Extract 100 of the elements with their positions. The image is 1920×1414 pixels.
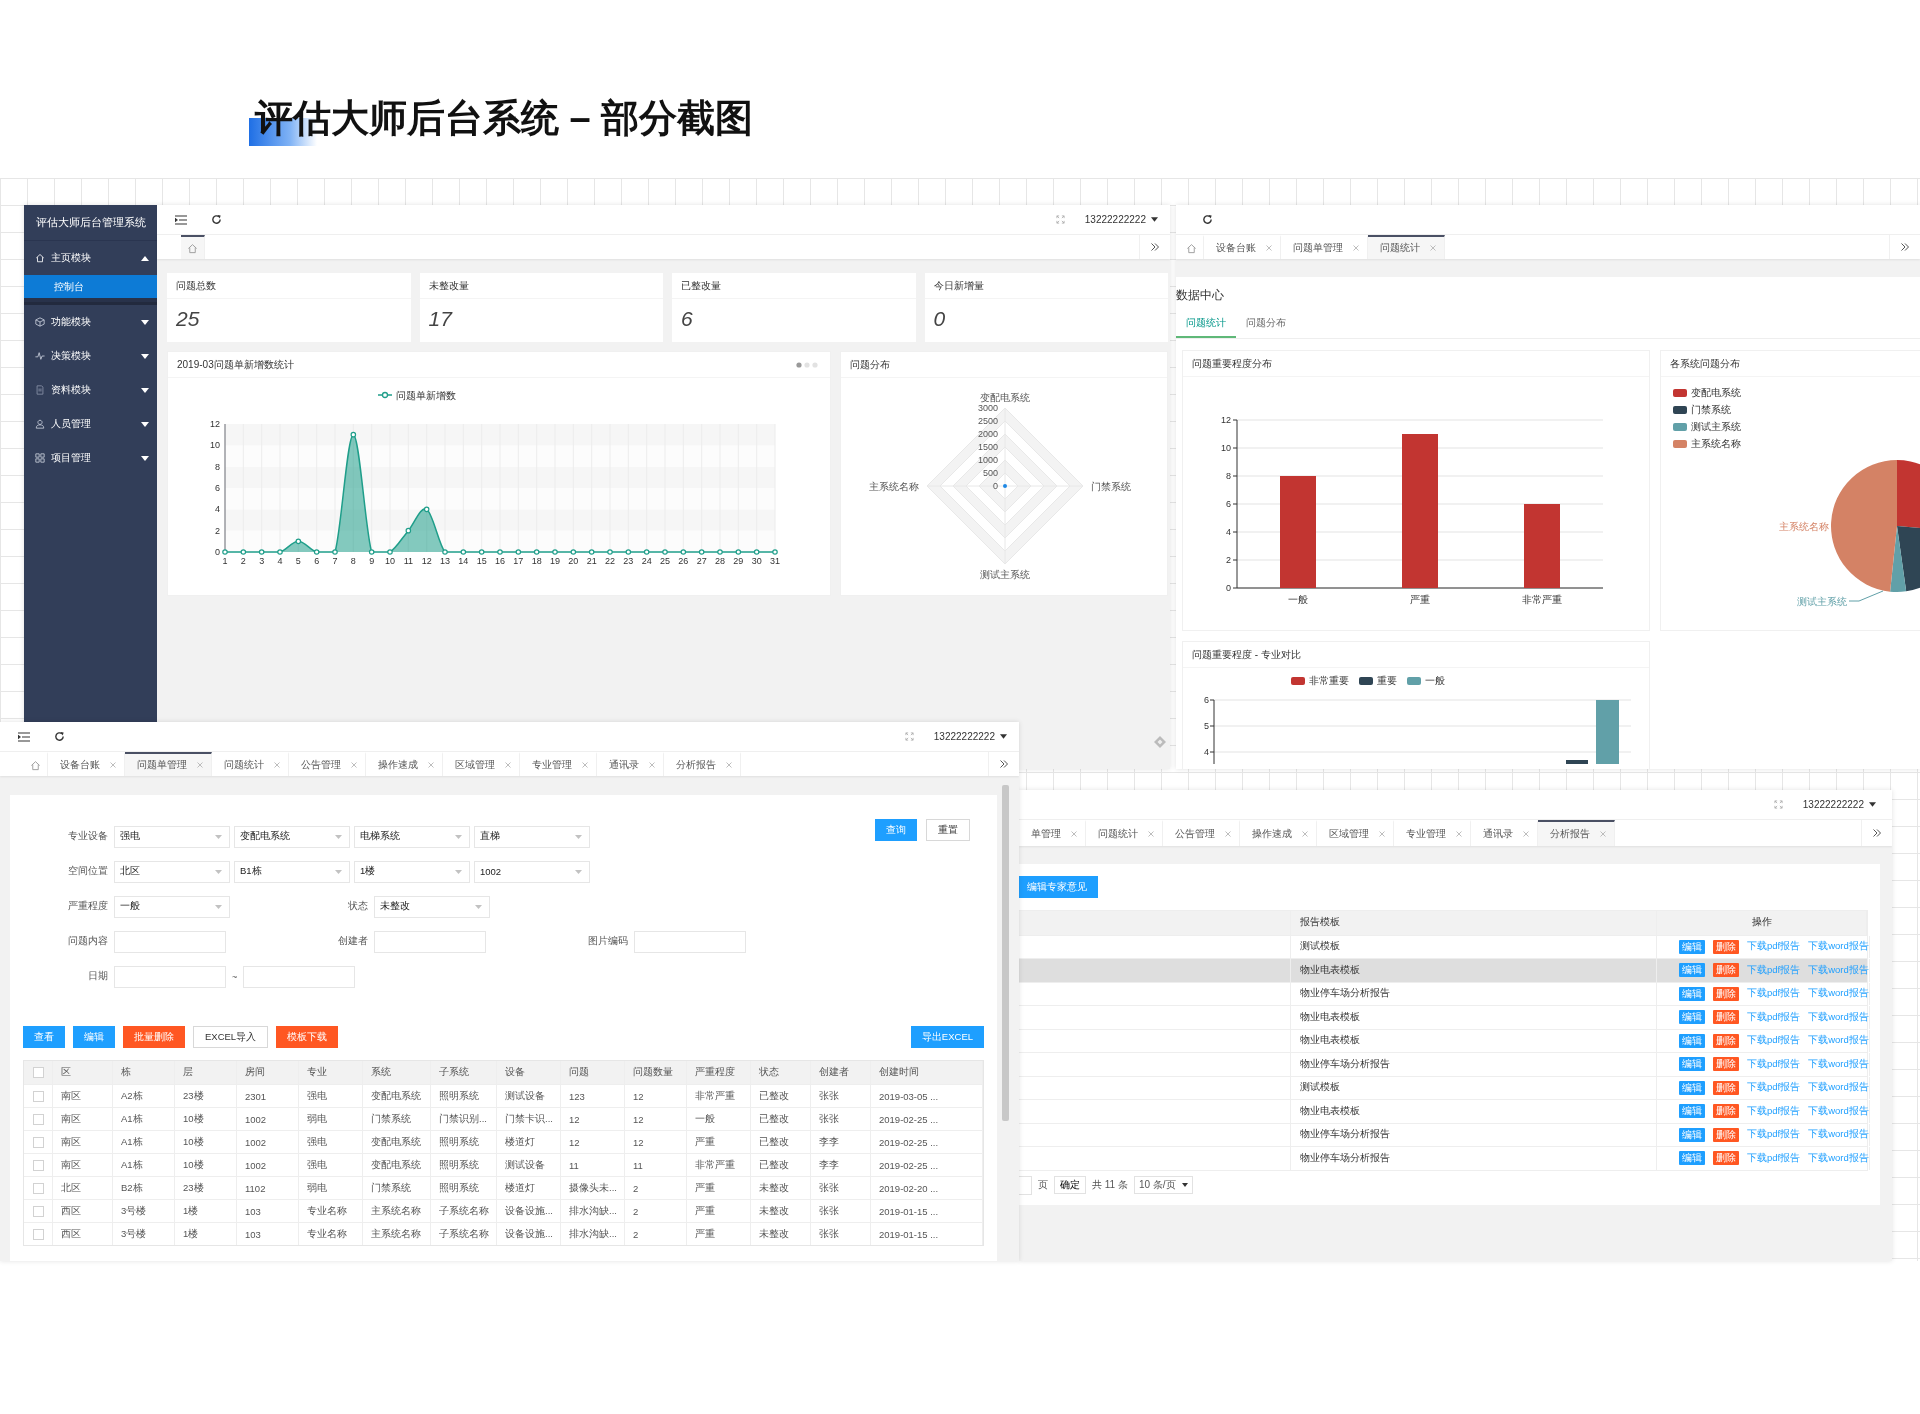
table-cell: 103 bbox=[237, 1200, 299, 1222]
table-cell: 物业电表模板 bbox=[1300, 963, 1360, 977]
y-tick-label: 4 bbox=[1226, 527, 1231, 537]
table-cell: A1栋 bbox=[113, 1131, 175, 1153]
table-cell: 10楼 bbox=[175, 1131, 237, 1153]
slice-label: 主系统名称 bbox=[1779, 521, 1829, 532]
table-cell: 严重 bbox=[687, 1223, 751, 1245]
menu-label: 资料模块 bbox=[51, 383, 92, 397]
legend-label: 变配电系统 bbox=[1691, 386, 1741, 400]
table-cell: 物业停车场分析报告 bbox=[1300, 1128, 1390, 1142]
table-cell: 专业名称 bbox=[299, 1223, 363, 1245]
axis-tick-label: 500 bbox=[982, 468, 998, 478]
table-cell: A1栋 bbox=[113, 1154, 175, 1176]
table-cell: 1102 bbox=[237, 1177, 299, 1199]
table-cell: 张张 bbox=[811, 1223, 871, 1245]
axis-label: 变配电系统 bbox=[980, 392, 1030, 403]
x-tick-label: 6 bbox=[314, 556, 320, 566]
table-cell: 张张 bbox=[811, 1177, 871, 1199]
x-tick-label: 非常严重 bbox=[1522, 594, 1562, 605]
stat-value: 0 bbox=[932, 306, 947, 331]
column-header: 层 bbox=[175, 1061, 237, 1084]
table-cell: 楼道灯 bbox=[497, 1177, 561, 1199]
stat-value: 25 bbox=[175, 306, 201, 331]
stat-label: 已整改量 bbox=[672, 273, 916, 299]
x-tick-label: 29 bbox=[733, 556, 744, 566]
table-cell: 12 bbox=[625, 1131, 687, 1153]
x-tick-label: 27 bbox=[696, 556, 707, 566]
table-cell: 门禁系统 bbox=[363, 1108, 431, 1130]
x-tick-label: 12 bbox=[421, 556, 432, 566]
x-tick-label: 1 bbox=[222, 556, 228, 566]
table-cell: 2019-03-05 ... bbox=[871, 1085, 983, 1107]
table-cell: 物业电表模板 bbox=[1300, 1104, 1360, 1118]
column-header: 专业 bbox=[299, 1061, 363, 1084]
column-header: 子系统 bbox=[431, 1061, 497, 1084]
x-tick-label: 21 bbox=[586, 556, 597, 566]
x-tick-label: 8 bbox=[350, 556, 356, 566]
table-cell: B2栋 bbox=[113, 1177, 175, 1199]
column-header: 问题 bbox=[561, 1061, 625, 1084]
x-tick-label: 17 bbox=[513, 556, 524, 566]
table-cell: 103 bbox=[237, 1223, 299, 1245]
y-tick-label: 12 bbox=[210, 419, 220, 429]
x-tick-label: 23 bbox=[623, 556, 634, 566]
stat-value: 17 bbox=[427, 306, 454, 331]
x-tick-label: 15 bbox=[476, 556, 487, 566]
table-cell: 排水沟缺... bbox=[561, 1200, 625, 1222]
field-label: 状态 bbox=[347, 900, 368, 913]
card-title: 各系统问题分布 bbox=[1661, 351, 1920, 377]
table-cell: 南区 bbox=[53, 1085, 113, 1107]
x-tick-label: 20 bbox=[568, 556, 579, 566]
table-cell: 2019-02-25 ... bbox=[871, 1108, 983, 1130]
slice-label: 测试主系统 bbox=[1797, 596, 1847, 607]
column-header: 状态 bbox=[751, 1061, 811, 1084]
card-title: 问题分布 bbox=[841, 352, 1167, 378]
table-cell: 12 bbox=[625, 1108, 687, 1130]
table-cell: 测试设备 bbox=[497, 1154, 561, 1176]
y-tick-label: 2 bbox=[1226, 555, 1231, 565]
table-cell: 门禁识别... bbox=[431, 1108, 497, 1130]
table-cell: 专业名称 bbox=[299, 1200, 363, 1222]
legend-label: 重要 bbox=[1377, 674, 1397, 688]
x-tick-label: 31 bbox=[770, 556, 780, 566]
table-cell: 已整改 bbox=[751, 1108, 811, 1130]
table-cell: 严重 bbox=[687, 1177, 751, 1199]
legend-label: 测试主系统 bbox=[1691, 420, 1741, 434]
menu-label: 主页模块 bbox=[51, 251, 92, 265]
table-cell: 123 bbox=[561, 1085, 625, 1107]
x-tick-label: 一般 bbox=[1288, 594, 1308, 605]
axis-tick-label: 2500 bbox=[977, 416, 998, 426]
table-cell: 严重 bbox=[687, 1131, 751, 1153]
x-tick-label: 3 bbox=[259, 556, 265, 566]
table-cell: 照明系统 bbox=[431, 1154, 497, 1176]
page-label: 页 bbox=[1038, 1178, 1048, 1192]
table-cell: A2栋 bbox=[113, 1085, 175, 1107]
column-header: 操作 bbox=[1657, 911, 1867, 935]
axis-tick-label: 0 bbox=[993, 481, 998, 491]
card-title: 2019-03问题单新增数统计 bbox=[177, 358, 294, 372]
table-cell: 主系统名称 bbox=[363, 1200, 431, 1222]
table-cell: 3号楼 bbox=[113, 1200, 175, 1222]
table-cell: 1002 bbox=[237, 1108, 299, 1130]
table-cell: 23楼 bbox=[175, 1085, 237, 1107]
column-header: 房间 bbox=[237, 1061, 299, 1084]
table-cell: 门禁卡识... bbox=[497, 1108, 561, 1130]
menu-label: 决策模块 bbox=[51, 349, 92, 363]
x-tick-label: 18 bbox=[531, 556, 542, 566]
table-cell: 楼道灯 bbox=[497, 1131, 561, 1153]
table-cell: 非常严重 bbox=[687, 1085, 751, 1107]
column-header: 创建者 bbox=[811, 1061, 871, 1084]
legend-label: 非常重要 bbox=[1309, 674, 1349, 688]
table-cell: 一般 bbox=[687, 1108, 751, 1130]
axis-label: 主系统名称 bbox=[869, 481, 919, 492]
table-cell: 物业电表模板 bbox=[1300, 1034, 1360, 1048]
x-tick-label: 19 bbox=[550, 556, 560, 566]
x-tick-label: 13 bbox=[440, 556, 450, 566]
range-separator: ~ bbox=[232, 971, 238, 982]
table-cell: 1楼 bbox=[175, 1200, 237, 1222]
table-cell: 非常严重 bbox=[687, 1154, 751, 1176]
table-cell: 李李 bbox=[811, 1131, 871, 1153]
table-cell: 严重 bbox=[687, 1200, 751, 1222]
table-cell: 照明系统 bbox=[431, 1131, 497, 1153]
table-cell: 主系统名称 bbox=[363, 1223, 431, 1245]
legend-label: 一般 bbox=[1425, 674, 1445, 688]
